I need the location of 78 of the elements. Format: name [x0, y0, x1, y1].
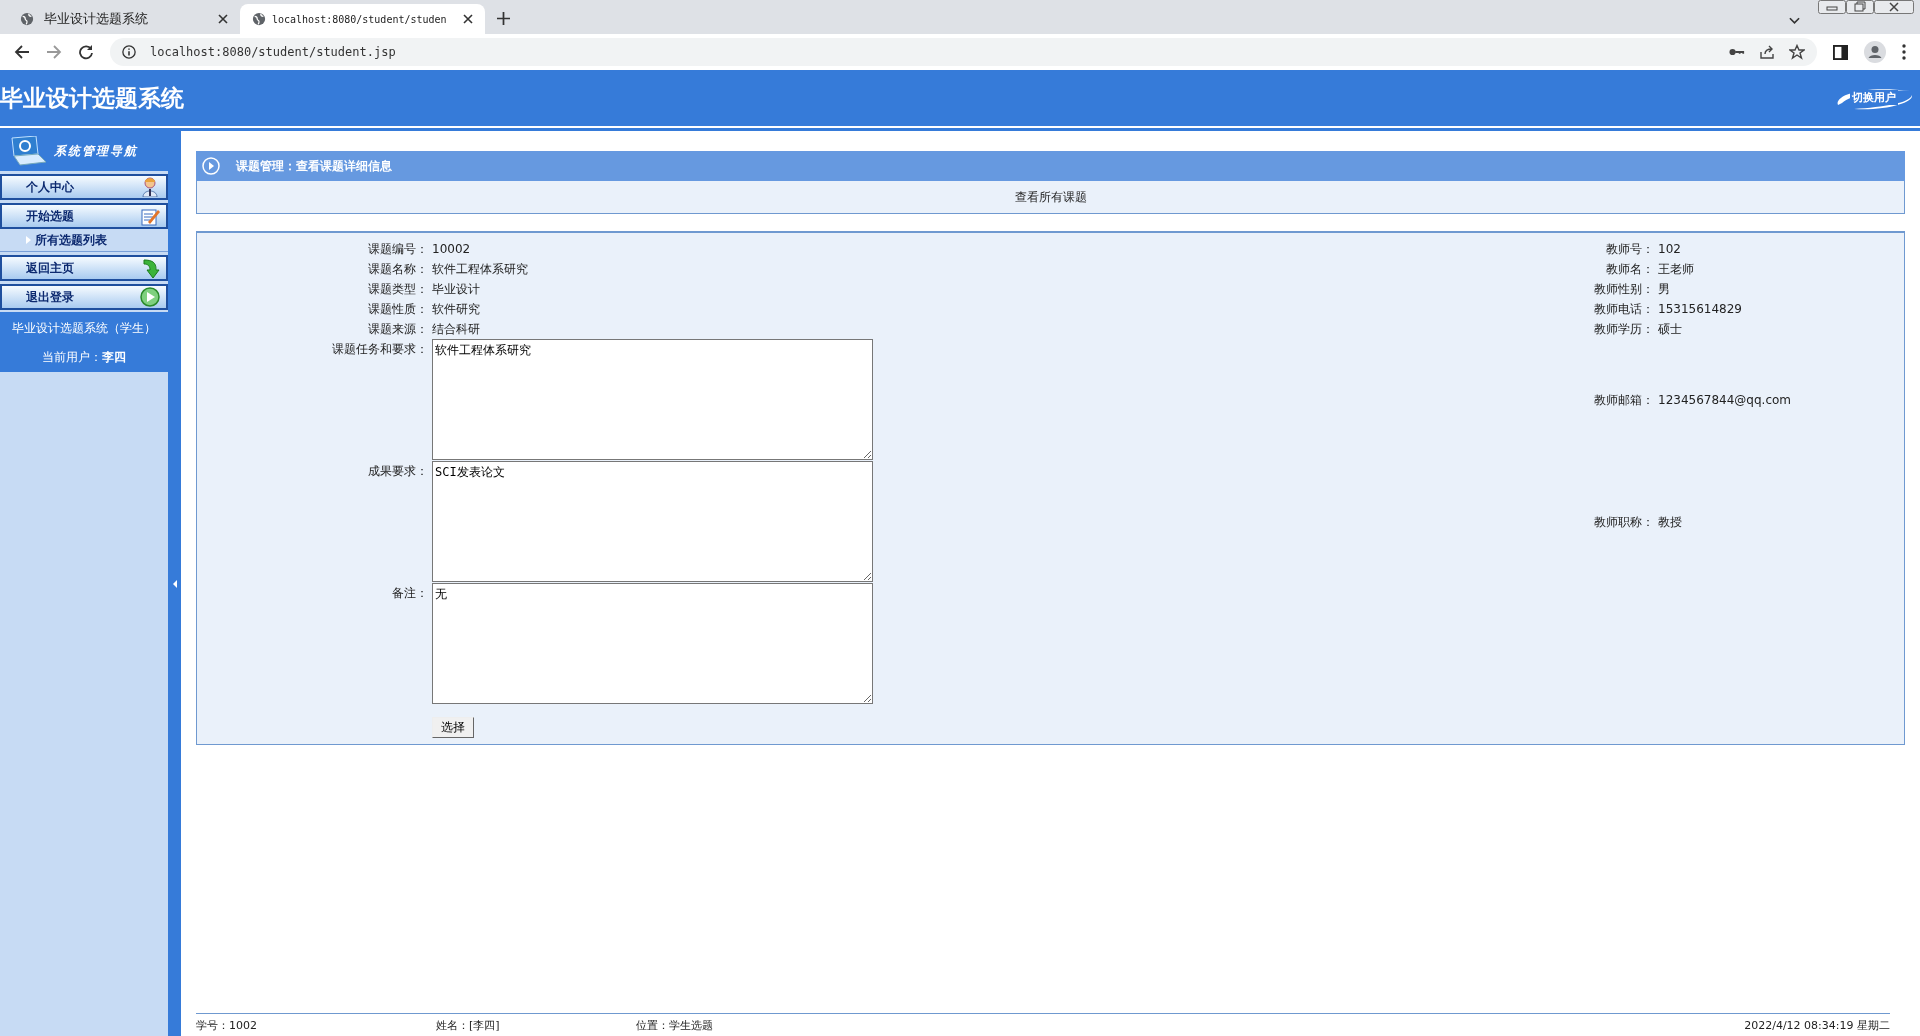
tab-title: 毕业设计选题系统 [44, 10, 149, 28]
collapse-arrow-icon[interactable] [172, 579, 177, 588]
close-icon[interactable] [463, 14, 473, 24]
field-value: 结合科研 [431, 321, 481, 338]
menu-item[interactable]: 个人中心 [0, 174, 168, 200]
field-label: 教师学历： [1593, 321, 1654, 338]
field-value: 102 [1657, 241, 1682, 258]
switch-user-button[interactable]: 切换用户 [1834, 83, 1916, 113]
field-label: 教师电话： [1593, 301, 1654, 318]
plus-icon[interactable] [497, 12, 510, 25]
field-label: 课题类型： [367, 281, 428, 298]
menu-item[interactable]: 返回主页 [0, 255, 168, 281]
url-text: localhost:8080/student/student.jsp [150, 45, 396, 59]
field-label: 成果要求： [367, 463, 428, 480]
pencil-paper-icon [140, 206, 160, 226]
minimize-icon[interactable] [1818, 0, 1846, 14]
field-value: 教授 [1657, 514, 1683, 531]
field-label: 课题任务和要求： [331, 341, 428, 358]
menu-icon[interactable] [1902, 44, 1906, 60]
star-icon[interactable] [1789, 44, 1805, 60]
field-value: 15315614829 [1657, 301, 1743, 318]
info-icon [122, 45, 136, 59]
menu-item[interactable]: 开始选题 [0, 203, 168, 229]
triangle-icon [26, 236, 31, 244]
select-button[interactable]: 选择 [432, 717, 474, 738]
tab-title: localhost:8080/student/studen [272, 13, 448, 25]
browser-tab[interactable]: localhost:8080/student/studen [240, 4, 485, 34]
field-label: 教师邮箱： [1593, 392, 1654, 409]
field-value: 王老师 [1657, 261, 1695, 278]
side-panel-icon[interactable] [1833, 44, 1848, 60]
current-user: 当前用户：李四 [42, 349, 126, 366]
text-area[interactable]: SCI发表论文 [432, 461, 873, 582]
globe-icon [20, 12, 34, 26]
share-icon[interactable] [1759, 44, 1775, 60]
back-icon[interactable] [14, 44, 30, 60]
location: 位置：学生选题 [636, 1017, 714, 1033]
field-value: 软件研究 [431, 301, 481, 318]
field-label: 教师职称： [1593, 514, 1654, 531]
globe-icon [252, 12, 266, 26]
text-area[interactable]: 软件工程体系研究 [432, 339, 873, 460]
site-title: 毕业设计选题系统 [0, 83, 184, 113]
reload-icon[interactable] [78, 44, 94, 60]
field-label: 教师名： [1605, 261, 1654, 278]
laptop-icon [8, 136, 48, 166]
field-value: 男 [1657, 281, 1671, 298]
chevron-down-icon[interactable] [1789, 17, 1800, 25]
profile-icon[interactable] [1864, 41, 1886, 63]
field-value: 10002 [431, 241, 472, 258]
arrow-icon [140, 258, 160, 278]
field-label: 备注： [391, 585, 428, 602]
restore-icon[interactable] [1846, 0, 1874, 14]
field-value: 1234567844@qq.com [1657, 392, 1793, 409]
field-label: 教师性别： [1593, 281, 1654, 298]
forward-icon[interactable] [46, 44, 62, 60]
close-icon[interactable] [218, 14, 228, 24]
play-icon [140, 287, 160, 307]
student-id: 学号：1002 [196, 1017, 258, 1033]
field-label: 课题来源： [367, 321, 428, 338]
sidebar-title: 系统管理导航 [54, 142, 138, 160]
field-value: 毕业设计 [431, 281, 481, 298]
student-name: 姓名：[李四] [436, 1017, 501, 1033]
text-area[interactable]: 无 [432, 583, 873, 704]
date-time: 2022/4/12 08:34:19 星期二 [1744, 1017, 1890, 1033]
field-label: 课题名称： [367, 261, 428, 278]
menu-item[interactable]: 退出登录 [0, 284, 168, 310]
close-window-icon[interactable] [1874, 0, 1914, 14]
panel-title: 课题管理：查看课题详细信息 [236, 157, 392, 175]
field-label: 教师号： [1605, 241, 1654, 258]
system-name: 毕业设计选题系统（学生） [12, 320, 156, 337]
field-value: 软件工程体系研究 [431, 261, 529, 278]
key-icon[interactable] [1729, 47, 1745, 57]
field-value: 硕士 [1657, 321, 1683, 338]
field-label: 课题性质： [367, 301, 428, 318]
person-icon [140, 177, 160, 197]
address-bar[interactable]: localhost:8080/student/student.jsp [110, 38, 1817, 66]
browser-tab[interactable]: 毕业设计选题系统 [8, 4, 240, 34]
view-all-link[interactable]: 查看所有课题 [1014, 188, 1087, 206]
field-label: 课题编号： [367, 241, 428, 258]
